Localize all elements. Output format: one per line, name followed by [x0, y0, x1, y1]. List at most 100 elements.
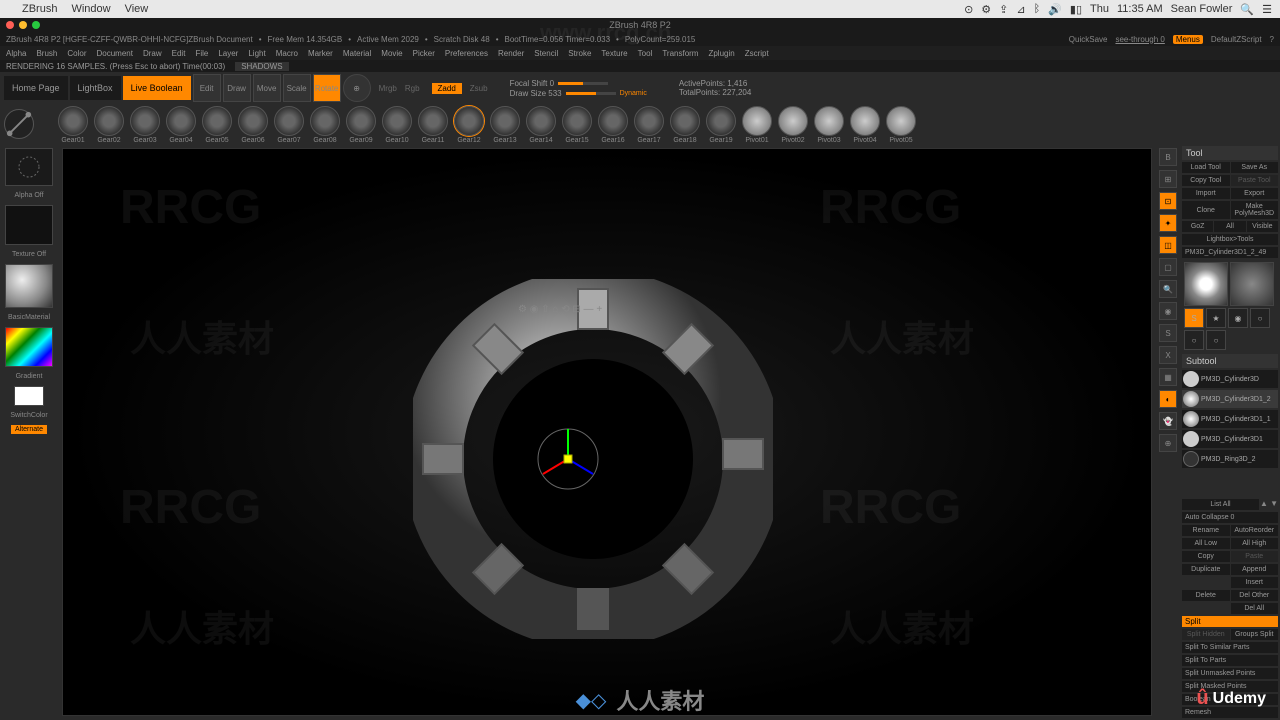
bpr-icon[interactable]: B — [1159, 148, 1177, 166]
tool-thumb[interactable]: ◉ — [1228, 308, 1248, 328]
mac-menu-window[interactable]: Window — [71, 3, 110, 15]
battery-icon[interactable]: ▮▯ — [1070, 3, 1082, 16]
tool-thumb[interactable]: ○ — [1184, 330, 1204, 350]
del-all-button[interactable]: Del All — [1231, 603, 1279, 614]
split-parts-button[interactable]: Split To Parts — [1182, 655, 1278, 666]
split-similar-button[interactable]: Split To Similar Parts — [1182, 642, 1278, 653]
seethrough[interactable]: see-through 0 — [1115, 35, 1164, 44]
visible-button[interactable]: Visible — [1247, 221, 1278, 232]
menu-movie[interactable]: Movie — [381, 49, 402, 58]
groups-split-button[interactable]: Groups Split — [1231, 629, 1279, 640]
menu-draw[interactable]: Draw — [143, 49, 162, 58]
alternate-button[interactable]: Alternate — [11, 425, 47, 434]
del-other-button[interactable]: Del Other — [1231, 590, 1279, 601]
menu-file[interactable]: File — [195, 49, 208, 58]
delete-button[interactable]: Delete — [1182, 590, 1230, 601]
color-swatch[interactable] — [14, 386, 44, 406]
subtool-item[interactable]: PM3D_Cylinder3D1_1 — [1182, 410, 1278, 428]
lightbox-tools-button[interactable]: Lightbox>Tools — [1182, 234, 1278, 245]
gear-item[interactable]: Gear15 — [562, 106, 592, 144]
gear-item[interactable]: Pivot02 — [778, 106, 808, 144]
menu-picker[interactable]: Picker — [413, 49, 435, 58]
menubar-icon[interactable]: ⚙ — [981, 3, 991, 16]
tool-thumb[interactable]: S — [1184, 308, 1204, 328]
draw-size[interactable]: Draw Size 533 — [510, 89, 562, 98]
gear-item[interactable]: Gear16 — [598, 106, 628, 144]
gear-item[interactable]: Gear13 — [490, 106, 520, 144]
menus-badge[interactable]: Menus — [1173, 35, 1203, 44]
mrgb-label[interactable]: Mrgb — [379, 84, 397, 93]
polyframe-icon[interactable]: ▦ — [1159, 368, 1177, 386]
menubar-user[interactable]: Sean Fowler — [1171, 3, 1233, 15]
gear-item[interactable]: Pivot01 — [742, 106, 772, 144]
gear-item[interactable]: Gear01 — [58, 106, 88, 144]
xpose-icon[interactable]: X — [1159, 346, 1177, 364]
maximize-icon[interactable] — [32, 21, 40, 29]
gear-item[interactable]: Gear10 — [382, 106, 412, 144]
split-section[interactable]: Split — [1182, 616, 1278, 627]
load-tool-button[interactable]: Load Tool — [1182, 162, 1230, 173]
insert-button[interactable]: Insert — [1231, 577, 1279, 588]
subtool-item[interactable]: PM3D_Ring3D_2 — [1182, 450, 1278, 468]
gradient-label[interactable]: Gradient — [16, 373, 43, 380]
paste-subtool-button[interactable]: Paste — [1231, 551, 1279, 562]
gear-item[interactable]: Pivot04 — [850, 106, 880, 144]
focal-shift[interactable]: Focal Shift 0 — [510, 79, 554, 88]
tool-thumb[interactable]: ○ — [1206, 330, 1226, 350]
menubar-icon[interactable]: ⇪ — [999, 3, 1008, 16]
switchcolor-label[interactable]: SwitchColor — [10, 412, 47, 419]
gear-item[interactable]: Gear04 — [166, 106, 196, 144]
move-icon[interactable]: Move — [253, 74, 281, 102]
viewport[interactable]: ⚙ ◉ ⇧ ⌂ ⟲ ⊟ — + — [62, 148, 1152, 716]
all-low-button[interactable]: All Low — [1182, 538, 1230, 549]
default-script[interactable]: DefaultZScript — [1211, 35, 1262, 44]
menu-render[interactable]: Render — [498, 49, 524, 58]
menu-layer[interactable]: Layer — [218, 49, 238, 58]
all-button[interactable]: All — [1214, 221, 1245, 232]
tool-thumb[interactable]: ○ — [1250, 308, 1270, 328]
transp-icon[interactable]: ◐ — [1159, 390, 1177, 408]
menu-tool[interactable]: Tool — [638, 49, 653, 58]
menu-marker[interactable]: Marker — [308, 49, 333, 58]
scale-icon[interactable]: Scale — [283, 74, 311, 102]
gear-item[interactable]: Gear18 — [670, 106, 700, 144]
gear-item[interactable]: Gear06 — [238, 106, 268, 144]
gear-item[interactable]: Gear05 — [202, 106, 232, 144]
gear-item[interactable]: Gear09 — [346, 106, 376, 144]
menu-material[interactable]: Material — [343, 49, 371, 58]
zsub-label[interactable]: Zsub — [470, 84, 488, 93]
copy-subtool-button[interactable]: Copy — [1182, 551, 1230, 562]
brush-thumb[interactable] — [5, 148, 53, 186]
append-button[interactable]: Append — [1231, 564, 1279, 575]
texture-off-label[interactable]: Texture Off — [12, 251, 46, 258]
lightbox-button[interactable]: LightBox — [70, 76, 121, 100]
subtool-header[interactable]: Subtool — [1182, 354, 1278, 368]
material-thumb[interactable] — [5, 264, 53, 308]
frame-icon[interactable]: ▢ — [1159, 258, 1177, 276]
tool-thumb[interactable]: ★ — [1206, 308, 1226, 328]
mac-menu-view[interactable]: View — [125, 3, 149, 15]
rename-button[interactable]: Rename — [1182, 525, 1230, 536]
menu-icon[interactable]: ☰ — [1262, 3, 1272, 16]
search-icon[interactable]: 🔍 — [1240, 3, 1254, 16]
menu-color[interactable]: Color — [67, 49, 86, 58]
export-button[interactable]: Export — [1231, 188, 1279, 199]
persp-icon[interactable]: ◫ — [1159, 236, 1177, 254]
menu-texture[interactable]: Texture — [601, 49, 627, 58]
menu-preferences[interactable]: Preferences — [445, 49, 488, 58]
rotate-icon[interactable]: Rotate — [313, 74, 341, 102]
gear-item[interactable]: Gear14 — [526, 106, 556, 144]
split-hidden-button[interactable]: Split Hidden — [1182, 629, 1230, 640]
axis-icon[interactable]: ✦ — [1159, 214, 1177, 232]
gear-item-selected[interactable]: Gear12 — [454, 106, 484, 144]
wifi-icon[interactable]: ⊿ — [1016, 3, 1025, 16]
subtool-item[interactable]: PM3D_Cylinder3D1_2 — [1182, 390, 1278, 408]
import-button[interactable]: Import — [1182, 188, 1230, 199]
all-high-button[interactable]: All High — [1231, 538, 1279, 549]
menu-document[interactable]: Document — [97, 49, 133, 58]
menu-stencil[interactable]: Stencil — [534, 49, 558, 58]
alpha-thumb[interactable] — [5, 205, 53, 245]
menu-alpha[interactable]: Alpha — [6, 49, 26, 58]
gear-item[interactable]: Gear03 — [130, 106, 160, 144]
gear-item[interactable]: Gear02 — [94, 106, 124, 144]
